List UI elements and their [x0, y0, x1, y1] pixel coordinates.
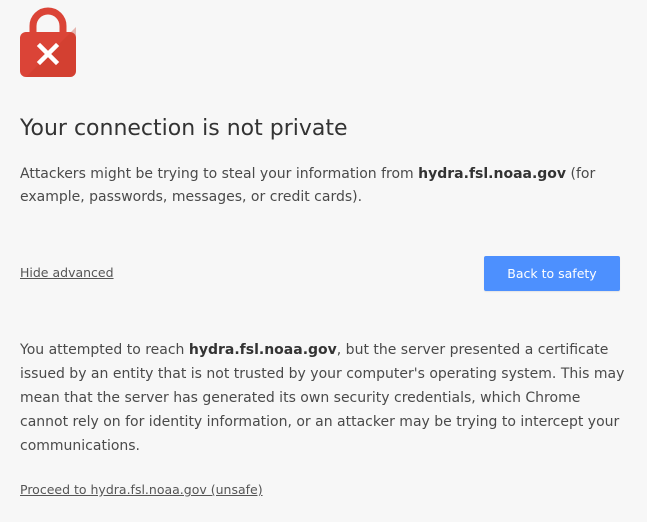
page-title: Your connection is not private: [20, 116, 348, 141]
intro-text: Attackers might be trying to steal your …: [20, 163, 630, 209]
details-text-start: You attempted to reach: [20, 342, 189, 358]
back-to-safety-button[interactable]: Back to safety: [484, 256, 620, 291]
proceed-unsafe-link[interactable]: Proceed to hydra.fsl.noaa.gov (unsafe): [20, 482, 263, 497]
details-site-domain: hydra.fsl.noaa.gov: [188, 342, 337, 358]
lock-error-icon: [20, 5, 76, 77]
details-text: You attempted to reach hydra.fsl.noaa.go…: [20, 338, 630, 458]
intro-text-start: Attackers might be trying to steal your …: [20, 166, 419, 182]
hide-advanced-link[interactable]: Hide advanced: [20, 265, 114, 280]
site-domain: hydra.fsl.noaa.gov: [418, 166, 567, 182]
details-text-end: , but the server presented a certificate…: [20, 342, 625, 454]
